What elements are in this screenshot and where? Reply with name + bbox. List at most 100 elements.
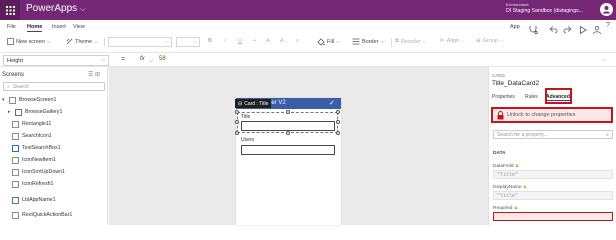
tree-item[interactable]: TextSearchBox1: [12, 143, 61, 153]
italic-icon[interactable]: /: [224, 38, 226, 44]
datafield-input[interactable]: "Title": [493, 170, 613, 179]
font-combo[interactable]: ⌵: [108, 37, 172, 47]
fx-icon[interactable]: fx: [140, 56, 145, 62]
tree-item-label: TextSearchBox1: [22, 145, 61, 151]
font-color-icon[interactable]: A: [266, 38, 270, 44]
screens-search-input[interactable]: ⌕ Search: [3, 82, 105, 91]
environment-value: DI Staging Sandbox (distagings...: [506, 8, 583, 14]
control-tooltip: ⊟ Card : Title: [235, 99, 272, 108]
tree-item[interactable]: IconSortUpDown1: [12, 167, 65, 177]
resize-handle[interactable]: [235, 131, 239, 135]
lock-icon: 🔒︎: [514, 205, 518, 211]
property-search-placeholder: Search for a property...: [497, 132, 548, 138]
menu-item-insert[interactable]: Insert: [52, 24, 66, 30]
app-title-label: PowerApps: [26, 3, 78, 14]
card-icon: ⊟: [238, 100, 243, 107]
shape-icon: [12, 180, 19, 188]
lock-icon: 🔒︎: [515, 163, 519, 169]
new-screen-button[interactable]: New screen ⌵: [7, 38, 51, 45]
property-label-text: DisplayName: [493, 184, 522, 190]
displayname-input[interactable]: "Title": [493, 191, 613, 200]
chevron-down-icon: ⌵: [47, 38, 51, 45]
tree-item-label: SearchIcon1: [22, 133, 52, 139]
required-input[interactable]: [493, 212, 613, 221]
tree-item[interactable]: LblAppName1: [12, 195, 56, 205]
tree-item[interactable]: ▸ BrowseGallery1: [8, 107, 62, 117]
align-button[interactable]: ⊫ Align ⌵: [440, 38, 465, 44]
resize-handle[interactable]: [336, 110, 340, 114]
screen-icon: [9, 96, 16, 104]
formula-input[interactable]: 58: [159, 56, 166, 62]
group-label: Group: [482, 38, 498, 44]
group-button[interactable]: ⊞ Group ⌵: [476, 38, 504, 44]
resize-handle[interactable]: [235, 110, 239, 114]
app-title[interactable]: PowerApps ⌵: [26, 3, 85, 14]
border-button[interactable]: Border ⌵: [352, 38, 384, 45]
bold-icon[interactable]: B: [208, 38, 212, 44]
tree-item[interactable]: RectQuickActionBar1: [12, 210, 72, 220]
chevron-down-icon: ⌵: [336, 39, 340, 45]
powerapps-studio: PowerApps ⌵ Environment DI Staging Sandbo…: [0, 0, 616, 225]
view-toggle-icon[interactable]: ☰ ⊞: [88, 71, 100, 78]
chevron-down-icon: ⌵: [94, 38, 98, 45]
help-icon[interactable]: ?: [606, 22, 610, 29]
font-size-combo[interactable]: ⌵: [176, 37, 200, 47]
advanced-tab-highlight: [545, 88, 572, 104]
resize-handle[interactable]: [286, 110, 290, 114]
menu-item-app[interactable]: App: [510, 24, 520, 30]
design-canvas[interactable]: User V2 ✓ ⊟ Card : Title Title Users: [109, 67, 488, 225]
tree-item[interactable]: IconRefresh1: [12, 179, 54, 189]
unlock-button[interactable]: Unlock to change properties: [491, 107, 613, 123]
menu-item-file[interactable]: File: [7, 24, 16, 30]
app-screen-preview[interactable]: User V2 ✓ ⊟ Card : Title Title Users: [235, 98, 341, 225]
avatar[interactable]: [600, 3, 613, 16]
check-icon[interactable]: ✓: [329, 99, 335, 107]
search-icon: ⌕: [606, 132, 609, 138]
title-input[interactable]: [241, 121, 335, 131]
reorder-label: Reorder: [400, 38, 421, 45]
property-label-text: Required: [493, 205, 513, 211]
chevron-down-icon: ⌵: [193, 39, 197, 45]
tree-item[interactable]: Rectangle11: [12, 119, 51, 129]
reorder-button[interactable]: ⧉ Reorder ⌵: [395, 38, 427, 45]
environment-label: Environment: [506, 2, 529, 7]
users-input[interactable]: [241, 145, 335, 155]
resize-handle[interactable]: [336, 131, 340, 135]
app-launcher-icon[interactable]: [0, 0, 20, 20]
chevron-down-icon: ⌵: [101, 57, 105, 63]
border-label: Border: [362, 38, 379, 45]
font-size-icon[interactable]: A: [280, 38, 284, 44]
tab-properties[interactable]: Properties: [492, 94, 515, 100]
top-bar: PowerApps ⌵ Environment DI Staging Sandbo…: [0, 0, 616, 20]
tab-rules[interactable]: Rules: [525, 94, 538, 100]
chevron-down-icon: ⌵: [165, 39, 169, 45]
border-icon: [352, 38, 360, 45]
shape-icon: [12, 168, 19, 176]
tree-item[interactable]: SearchIcon1: [12, 131, 52, 141]
theme-label: Theme: [75, 38, 93, 45]
tree-item[interactable]: IconNewItem1: [12, 155, 56, 165]
tree-item[interactable]: ▾ BrowseScreen1: [2, 95, 56, 105]
menu-item-home[interactable]: Home: [27, 24, 43, 32]
group-icon: ⊞: [476, 38, 481, 44]
resize-handle[interactable]: [336, 120, 340, 124]
menu-item-view[interactable]: View: [73, 24, 85, 30]
chevron-down-icon: ⌵: [80, 6, 86, 13]
resize-handle[interactable]: [286, 131, 290, 135]
property-selector[interactable]: Height ⌵: [3, 55, 109, 66]
strikethrough-icon[interactable]: ⊸: [252, 38, 257, 44]
resize-handle[interactable]: [235, 120, 239, 124]
formula-bar: Height ⌵ = fx ⌵ 58 ⌵: [0, 52, 616, 67]
expand-formula-icon[interactable]: ⌵: [602, 57, 606, 63]
fill-button[interactable]: Fill ⌵: [317, 38, 340, 46]
control-name: Title_DataCard2: [492, 80, 540, 87]
property-search-input[interactable]: Search for a property... ⌕: [493, 130, 613, 139]
align-text-icon[interactable]: ≡: [296, 38, 299, 44]
tree-item-label: IconSortUpDown1: [22, 169, 65, 175]
tree-item-label: LblAppName1: [22, 197, 56, 203]
environment-picker[interactable]: Environment DI Staging Sandbox (distagin…: [506, 2, 583, 14]
theme-button[interactable]: Theme ⌵: [66, 38, 98, 45]
textbox-icon: [12, 144, 19, 152]
underline-icon[interactable]: U: [238, 38, 242, 44]
divider: [391, 38, 392, 47]
